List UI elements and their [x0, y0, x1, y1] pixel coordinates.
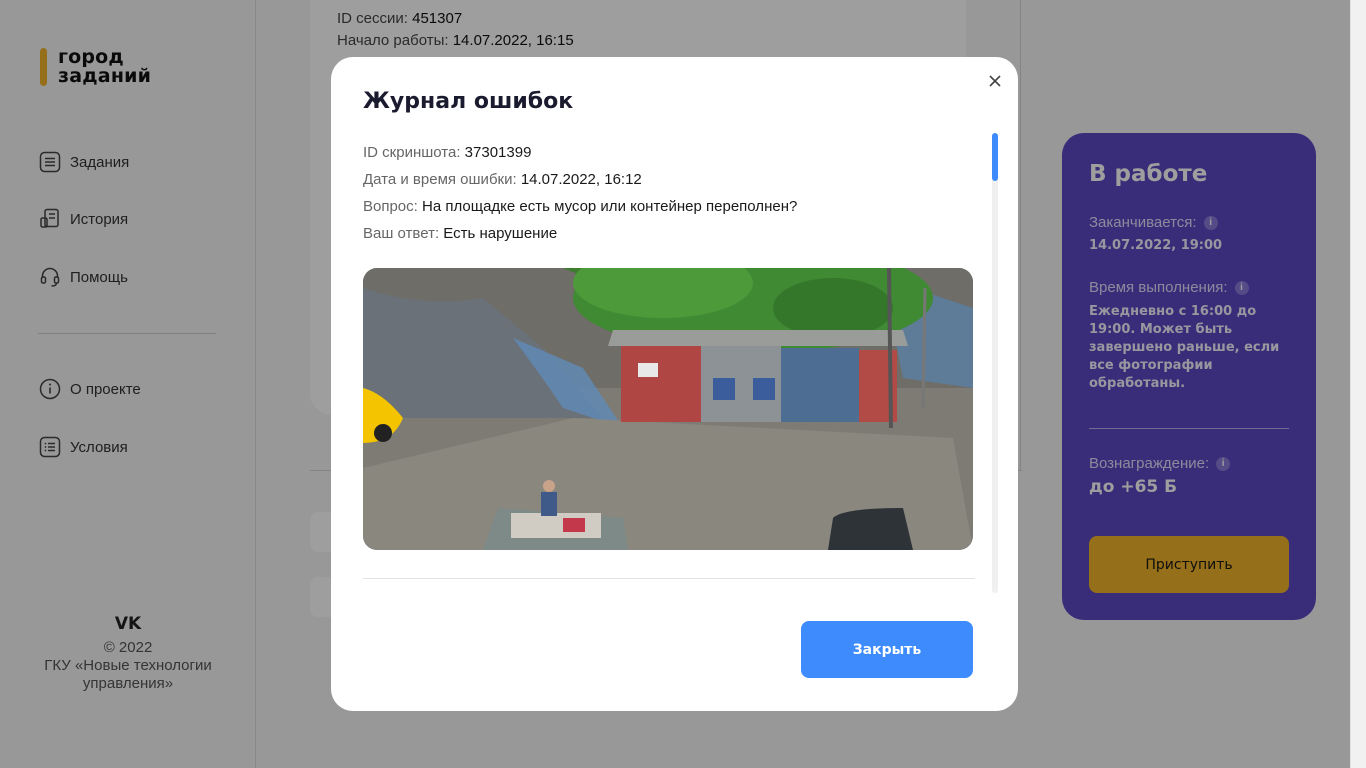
modal-scrollbar-track[interactable]: [992, 133, 998, 593]
close-icon[interactable]: [983, 69, 1007, 93]
field-label: Вопрос:: [363, 198, 418, 215]
body-divider: [363, 578, 975, 579]
page-scrollbar[interactable]: [1350, 0, 1366, 768]
field-value: На площадке есть мусор или контейнер пер…: [422, 198, 798, 215]
close-button[interactable]: Закрыть: [801, 621, 973, 678]
field-value: Есть нарушение: [443, 225, 558, 242]
field-label: Дата и время ошибки:: [363, 171, 517, 188]
camera-photo: [363, 268, 973, 550]
modal-body: ID скриншота: 37301399 Дата и время ошиб…: [363, 139, 975, 594]
field-value: 14.07.2022, 16:12: [520, 171, 642, 188]
screenshot-id-row: ID скриншота: 37301399: [363, 139, 975, 166]
field-label: Ваш ответ:: [363, 225, 440, 242]
field-value: 37301399: [464, 144, 532, 161]
modal-scrollbar-thumb[interactable]: [992, 133, 998, 181]
question-row: Вопрос: На площадке есть мусор или конте…: [363, 193, 975, 220]
error-log-modal: Журнал ошибок ID скриншота: 37301399 Дат…: [331, 57, 1018, 711]
answer-row: Ваш ответ: Есть нарушение: [363, 220, 975, 247]
field-label: ID скриншота:: [363, 144, 461, 161]
modal-title: Журнал ошибок: [363, 89, 574, 114]
screenshot-photo: [363, 268, 973, 550]
error-datetime-row: Дата и время ошибки: 14.07.2022, 16:12: [363, 166, 975, 193]
